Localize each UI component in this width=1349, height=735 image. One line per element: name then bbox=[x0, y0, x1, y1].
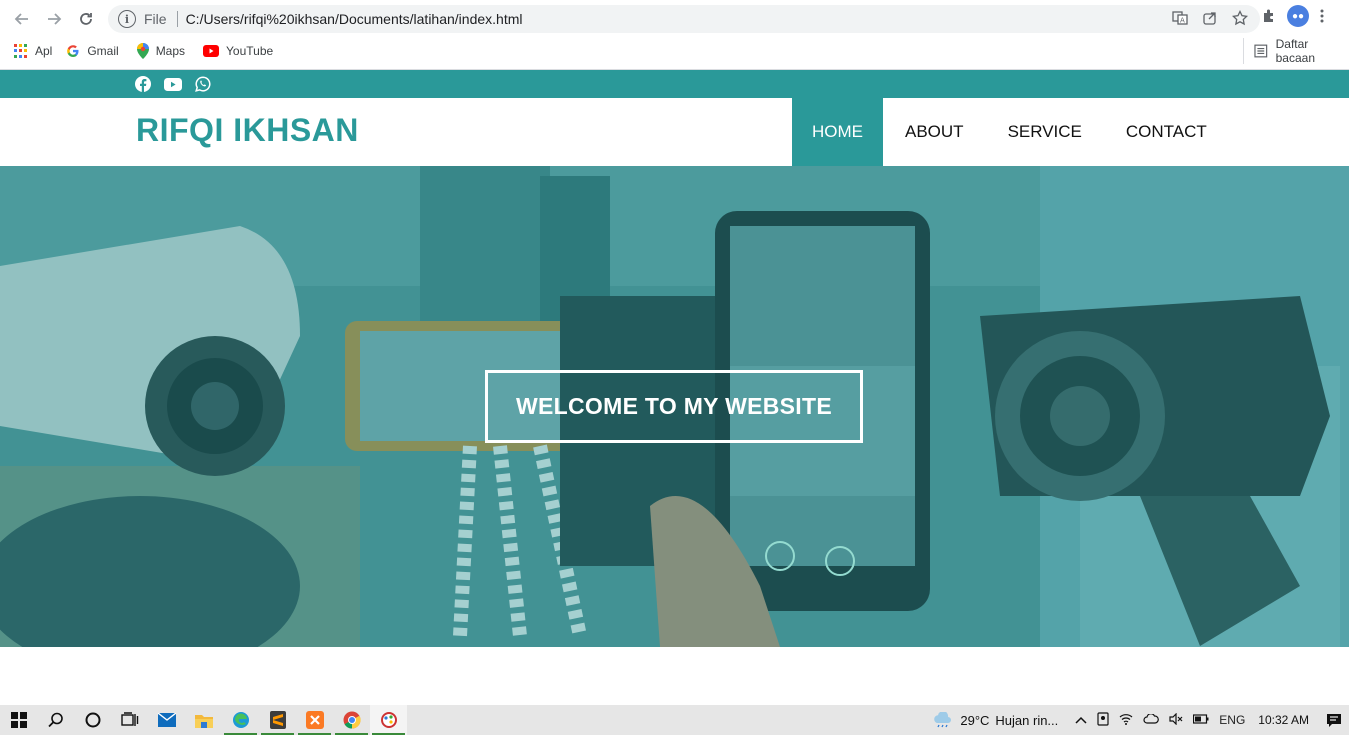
share-icon[interactable] bbox=[1202, 10, 1218, 26]
youtube-icon[interactable] bbox=[164, 75, 182, 93]
browser-toolbar: i File C:/Users/rifqi%20ikhsan/Documents… bbox=[0, 0, 1349, 38]
bookmark-youtube[interactable]: YouTube bbox=[203, 44, 273, 58]
wifi-icon[interactable] bbox=[1119, 713, 1133, 728]
bookmark-star-icon[interactable] bbox=[1232, 10, 1248, 26]
taskbar-sublime[interactable] bbox=[259, 705, 296, 735]
task-view-icon bbox=[120, 712, 138, 726]
reading-list-icon bbox=[1254, 44, 1268, 58]
volume-muted-icon[interactable] bbox=[1169, 712, 1183, 728]
extension-area: ●● bbox=[1261, 5, 1349, 27]
main-nav: HOME ABOUT SERVICE CONTACT bbox=[792, 98, 1229, 166]
weather-widget[interactable]: 29°C Hujan rin... bbox=[932, 712, 1058, 728]
back-button[interactable] bbox=[6, 3, 38, 35]
social-links bbox=[134, 75, 212, 93]
reading-list[interactable]: Daftar bacaan bbox=[1243, 37, 1349, 65]
site-topbar bbox=[0, 70, 1349, 98]
site-header: RIFQI IKHSAN HOME ABOUT SERVICE CONTACT bbox=[0, 98, 1349, 166]
profile-avatar[interactable]: ●● bbox=[1287, 5, 1309, 27]
whatsapp-icon[interactable] bbox=[194, 75, 212, 93]
reading-list-label: Daftar bacaan bbox=[1275, 37, 1315, 65]
paint-icon bbox=[380, 712, 397, 728]
facebook-icon[interactable] bbox=[134, 75, 152, 93]
cortana-circle-icon bbox=[85, 712, 100, 728]
taskbar-clock[interactable]: 10:32 AM bbox=[1258, 713, 1309, 727]
bookmarks-bar: Apl Gmail Maps YouTube Daftar bacaan bbox=[0, 37, 1349, 65]
taskbar-chrome[interactable] bbox=[333, 705, 370, 735]
bookmark-label: YouTube bbox=[226, 44, 274, 58]
browser-chrome: i File C:/Users/rifqi%20ikhsan/Documents… bbox=[0, 0, 1349, 70]
folder-icon bbox=[194, 714, 213, 728]
taskbar-paint[interactable] bbox=[370, 705, 407, 735]
bookmark-apps[interactable]: Apl bbox=[14, 44, 52, 58]
hero-section: WELCOME TO MY WEBSITE bbox=[0, 166, 1349, 647]
edge-browser-icon bbox=[232, 712, 249, 728]
weather-description: Hujan rin... bbox=[995, 712, 1059, 728]
cortana-button[interactable] bbox=[74, 705, 111, 735]
weather-temperature: 29°C bbox=[960, 712, 990, 728]
maps-pin-icon bbox=[136, 43, 149, 59]
start-button[interactable] bbox=[0, 705, 37, 735]
forward-arrow-icon bbox=[48, 13, 62, 25]
extensions-puzzle-icon[interactable] bbox=[1261, 8, 1277, 24]
address-bar[interactable]: i File C:/Users/rifqi%20ikhsan/Documents… bbox=[108, 5, 1260, 33]
apps-grid-icon bbox=[14, 44, 28, 58]
sublime-text-icon bbox=[269, 711, 286, 729]
svg-text:A: A bbox=[1180, 17, 1185, 25]
xampp-icon bbox=[305, 711, 324, 729]
url-divider bbox=[176, 11, 178, 27]
bookmark-label: Maps bbox=[155, 44, 186, 58]
search-icon bbox=[47, 712, 63, 728]
notification-center-icon[interactable] bbox=[1319, 713, 1349, 728]
forward-button[interactable] bbox=[38, 3, 70, 35]
info-icon[interactable]: i bbox=[118, 10, 136, 28]
nav-contact[interactable]: CONTACT bbox=[1104, 98, 1229, 166]
hero-welcome-box: WELCOME TO MY WEBSITE bbox=[485, 370, 863, 443]
url-text[interactable]: C:/Users/rifqi%20ikhsan/Documents/latiha… bbox=[186, 11, 523, 27]
windows-taskbar: 29°C Hujan rin... ENG 10:32 AM bbox=[0, 705, 1349, 735]
taskbar-file-explorer[interactable] bbox=[185, 705, 222, 735]
windows-logo-icon bbox=[10, 712, 27, 728]
translate-icon[interactable]: A bbox=[1172, 10, 1188, 26]
bookmark-maps[interactable]: Maps bbox=[136, 43, 186, 59]
chrome-icon bbox=[343, 711, 361, 729]
battery-icon[interactable] bbox=[1193, 713, 1209, 727]
site-brand-logo[interactable]: RIFQI IKHSAN bbox=[136, 112, 359, 149]
mail-icon bbox=[157, 713, 176, 727]
omnibox-actions: A bbox=[1172, 10, 1248, 26]
back-arrow-icon bbox=[14, 13, 28, 25]
bookmark-label: Gmail bbox=[87, 44, 119, 58]
kebab-menu-icon[interactable] bbox=[1319, 8, 1325, 24]
nav-service[interactable]: SERVICE bbox=[986, 98, 1104, 166]
youtube-icon bbox=[203, 45, 220, 57]
google-icon bbox=[67, 45, 79, 57]
bookmark-label: Apl bbox=[35, 44, 53, 58]
nav-about[interactable]: ABOUT bbox=[883, 98, 986, 166]
taskbar-mail[interactable] bbox=[148, 705, 185, 735]
search-button[interactable] bbox=[37, 705, 74, 735]
nav-home[interactable]: HOME bbox=[792, 98, 883, 166]
onedrive-cloud-icon[interactable] bbox=[1143, 713, 1160, 727]
rain-cloud-icon bbox=[934, 712, 952, 728]
taskbar-edge[interactable] bbox=[222, 705, 259, 735]
input-language[interactable]: ENG bbox=[1219, 713, 1245, 727]
meet-now-icon[interactable] bbox=[1097, 711, 1109, 729]
url-scheme: File bbox=[144, 11, 167, 27]
reload-icon bbox=[80, 13, 92, 25]
task-view-button[interactable] bbox=[111, 705, 148, 735]
reload-button[interactable] bbox=[70, 3, 102, 35]
chevron-up-icon[interactable] bbox=[1075, 713, 1087, 727]
taskbar-xampp[interactable] bbox=[296, 705, 333, 735]
system-tray: 29°C Hujan rin... ENG 10:32 AM bbox=[932, 705, 1349, 735]
bookmark-gmail[interactable]: Gmail bbox=[66, 44, 119, 58]
